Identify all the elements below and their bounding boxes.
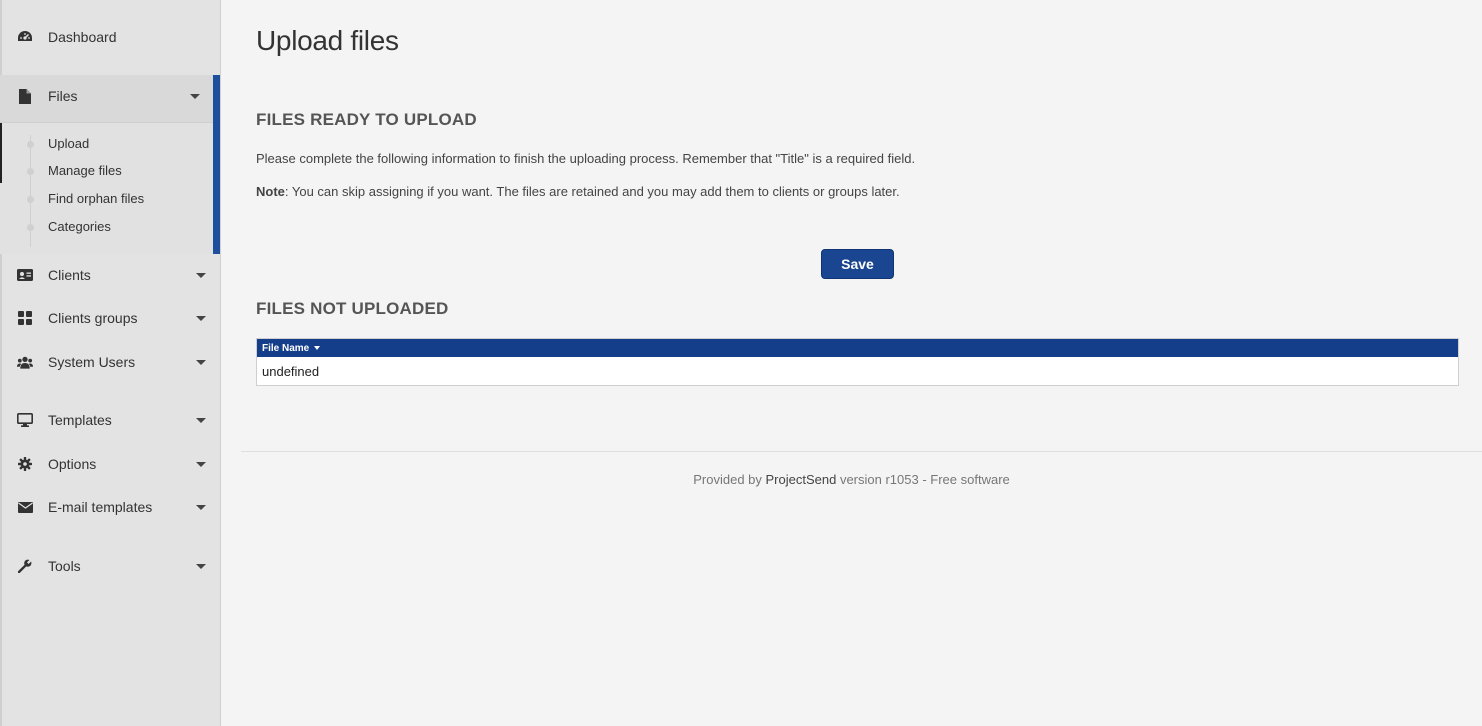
- chevron-down-icon: [196, 564, 206, 569]
- note-text: Note: You can skip assigning if you want…: [256, 184, 900, 199]
- sidebar-item-files[interactable]: Files: [0, 76, 213, 116]
- column-header-file-name[interactable]: File Name: [262, 343, 321, 354]
- note-label: Note: [256, 184, 285, 199]
- main-content: Upload files FILES READY TO UPLOAD Pleas…: [221, 0, 1482, 726]
- bullet-icon: [27, 168, 34, 175]
- sidebar-item-label: Options: [48, 456, 97, 472]
- submenu-item-categories[interactable]: Categories: [0, 215, 213, 239]
- sidebar-item-label: Templates: [48, 412, 112, 428]
- sidebar-item-label: E-mail templates: [48, 499, 153, 515]
- table-header: File Name: [257, 339, 1458, 357]
- sidebar-item-label: Clients groups: [48, 310, 138, 326]
- dashboard-icon: [17, 29, 33, 45]
- note-body: : You can skip assigning if you want. Th…: [284, 184, 900, 199]
- sidebar-item-options[interactable]: Options: [0, 444, 220, 484]
- monitor-icon: [17, 412, 33, 428]
- chevron-down-icon: [196, 462, 206, 467]
- sidebar-item-templates[interactable]: Templates: [0, 400, 220, 440]
- chevron-down-icon: [196, 273, 206, 278]
- sidebar: Dashboard Files Upload Manage files Find…: [0, 0, 221, 726]
- sidebar-item-dashboard[interactable]: Dashboard: [0, 17, 220, 57]
- save-button[interactable]: Save: [821, 249, 894, 279]
- users-icon: [17, 354, 33, 370]
- instructions-text: Please complete the following informatio…: [256, 151, 916, 166]
- sidebar-item-label: Tools: [48, 558, 81, 574]
- footer-divider: [241, 451, 1482, 452]
- submenu-item-upload[interactable]: Upload: [0, 132, 213, 156]
- sort-caret-icon: [314, 345, 321, 350]
- sidebar-item-email-templates[interactable]: E-mail templates: [0, 487, 220, 527]
- wrench-icon: [17, 558, 33, 574]
- submenu-item-manage-files[interactable]: Manage files: [0, 159, 213, 183]
- footer: Provided by ProjectSend version r1053 - …: [221, 472, 1482, 487]
- sidebar-item-clients-groups[interactable]: Clients groups: [0, 298, 220, 338]
- chevron-down-icon: [196, 360, 206, 365]
- gear-icon: [17, 456, 33, 472]
- chevron-down-icon: [196, 418, 206, 423]
- submenu-item-label: Upload: [48, 136, 90, 151]
- sidebar-item-tools[interactable]: Tools: [0, 546, 220, 586]
- sidebar-item-clients[interactable]: Clients: [0, 255, 220, 295]
- footer-prefix: Provided by: [693, 472, 766, 487]
- submenu-item-find-orphan-files[interactable]: Find orphan files: [0, 187, 213, 211]
- chevron-down-icon: [190, 94, 200, 99]
- sidebar-item-system-users[interactable]: System Users: [0, 342, 220, 382]
- submenu-item-label: Categories: [48, 219, 111, 234]
- sidebar-item-label: Dashboard: [48, 29, 117, 45]
- sidebar-item-label: Files: [48, 88, 78, 104]
- id-card-icon: [17, 267, 33, 283]
- file-icon: [17, 88, 33, 104]
- table-cell-file-name: undefined: [262, 363, 320, 379]
- files-not-uploaded-table: File Name undefined: [256, 338, 1459, 386]
- files-menu-block: Files Upload Manage files Find orphan fi…: [0, 75, 220, 254]
- footer-brand-link[interactable]: ProjectSend: [766, 472, 837, 487]
- page-title: Upload files: [256, 25, 399, 56]
- bullet-icon: [27, 224, 34, 231]
- grid-icon: [17, 310, 33, 326]
- sidebar-item-label: Clients: [48, 267, 91, 283]
- files-submenu: Upload Manage files Find orphan files Ca…: [0, 122, 213, 254]
- bullet-icon: [27, 196, 34, 203]
- sidebar-item-label: System Users: [48, 354, 136, 370]
- files-not-uploaded-heading: FILES NOT UPLOADED: [256, 299, 449, 318]
- chevron-down-icon: [196, 316, 206, 321]
- chevron-down-icon: [196, 505, 206, 510]
- table-row: undefined: [257, 357, 1458, 385]
- footer-suffix: version r1053 - Free software: [836, 472, 1010, 487]
- bullet-icon: [27, 141, 34, 148]
- submenu-item-label: Manage files: [48, 163, 122, 178]
- submenu-item-label: Find orphan files: [48, 191, 145, 206]
- files-ready-heading: FILES READY TO UPLOAD: [256, 110, 477, 129]
- envelope-icon: [17, 499, 33, 515]
- active-accent-bar: [213, 75, 220, 254]
